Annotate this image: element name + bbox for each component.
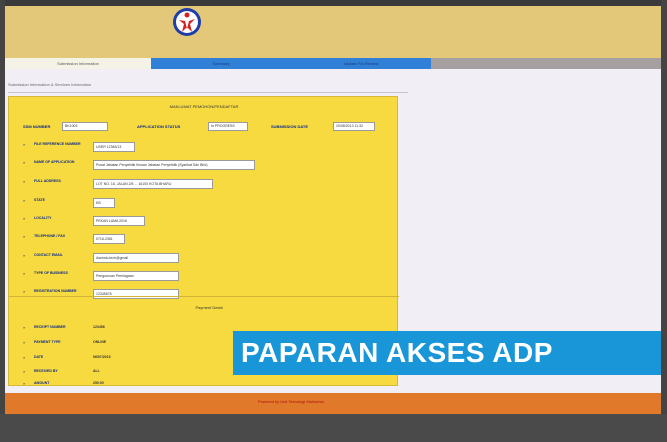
field-value: 06/07/2015: [93, 355, 111, 359]
field-label: RECEIVED BY: [34, 369, 58, 373]
field-label: LOCALITY: [34, 216, 52, 220]
row-bullet: »: [23, 142, 26, 147]
registration-number-field[interactable]: 12345678: [93, 289, 179, 299]
row-bullet: »: [23, 160, 26, 165]
field-value: ONLINE: [93, 340, 107, 344]
telephone-field[interactable]: 0716-2361: [93, 234, 125, 244]
field-value: 250.00: [93, 381, 104, 385]
caption-banner: PAPARAN AKSES ADP: [233, 331, 661, 375]
field-label: NAME OF APPLICATION: [34, 160, 75, 164]
submission-date-field[interactable]: 20/08/2013 11:32: [333, 122, 375, 131]
row-bullet: »: [23, 179, 26, 184]
header-banner: [5, 6, 661, 58]
field-label: RECEIPT NUMBER: [34, 325, 66, 329]
field-label: REGISTRATION NUMBER: [34, 289, 77, 293]
monitor-bezel-left: [0, 0, 5, 442]
state-field[interactable]: KB: [93, 198, 115, 208]
section-divider: [9, 296, 399, 297]
tab-bar-filler: [431, 58, 661, 69]
tab-submission-information[interactable]: Submission Information: [5, 58, 151, 69]
footer-text: Powered by Unit Teknologi Maklumat: [258, 399, 324, 404]
tab-update-for-review[interactable]: Update For Review: [291, 58, 431, 69]
application-status-field[interactable]: In PROGRESS: [208, 122, 248, 131]
row-bullet: »: [23, 234, 26, 239]
field-label: TELEPHONE / FAX: [34, 234, 66, 238]
business-type-field[interactable]: Pengurusan Perniagaan: [93, 271, 179, 281]
field-label: PAYMENT TYPE: [34, 340, 61, 344]
caption-text: PAPARAN AKSES ADP: [241, 337, 553, 368]
app-window: Submission Information Summary Update Fo…: [0, 0, 667, 442]
footer-bar: [5, 393, 661, 414]
divider: [8, 92, 408, 93]
field-label: AMOUNT: [34, 381, 50, 385]
row-bullet: »: [23, 381, 26, 386]
row-bullet: »: [23, 216, 26, 221]
file-reference-field[interactable]: USER 12345/13: [93, 142, 135, 152]
address-field[interactable]: LOT NO. 16, JALAN 2/5 ... 16100 KOTA BHA…: [93, 179, 213, 189]
field-label: FULL ADDRESS: [34, 179, 61, 183]
panel-title: MAKLUMAT PEMOHON/PENDAFTAR: [169, 104, 239, 109]
row-bullet: »: [23, 198, 26, 203]
monitor-bezel-top: [0, 0, 667, 6]
row-bullet: »: [23, 369, 26, 374]
field-label: DATE: [34, 355, 44, 359]
application-name-field[interactable]: Pusat Jabatan Penyelidik Ilmuan Jabatan …: [93, 160, 255, 170]
payment-section-title: Payment Detail: [195, 305, 223, 310]
row-bullet: »: [23, 355, 26, 360]
email-field[interactable]: Asensio.tech@gmail: [93, 253, 179, 263]
ssm-number-label: SSM NUMBER: [23, 124, 51, 129]
monitor-bezel-right: [661, 0, 667, 442]
field-value: ALL: [93, 369, 100, 373]
row-bullet: »: [23, 289, 26, 294]
tab-bar: Submission Information Summary Update Fo…: [5, 58, 661, 69]
tab-summary[interactable]: Summary: [151, 58, 291, 69]
row-bullet: »: [23, 340, 26, 345]
field-value: 123456: [93, 325, 105, 329]
row-bullet: »: [23, 325, 26, 330]
field-label: TYPE OF BUSINESS: [34, 271, 68, 275]
ssm-number-field[interactable]: BK1003: [62, 122, 108, 131]
field-label: STATE: [34, 198, 45, 202]
organization-logo: [173, 8, 201, 36]
row-bullet: »: [23, 271, 26, 276]
application-status-label: APPLICATION STATUS: [137, 124, 181, 129]
locality-field[interactable]: PEKAN LAMA 2016: [93, 216, 145, 226]
row-bullet: »: [23, 253, 26, 258]
field-label: FILE REFERENCE NUMBER: [34, 142, 81, 146]
breadcrumb: Submission Information & Services Inform…: [8, 82, 92, 87]
submission-date-label: SUBMISSION DATE: [271, 124, 309, 129]
monitor-bezel-bottom: [0, 414, 667, 442]
field-label: CONTACT EMAIL: [34, 253, 63, 257]
